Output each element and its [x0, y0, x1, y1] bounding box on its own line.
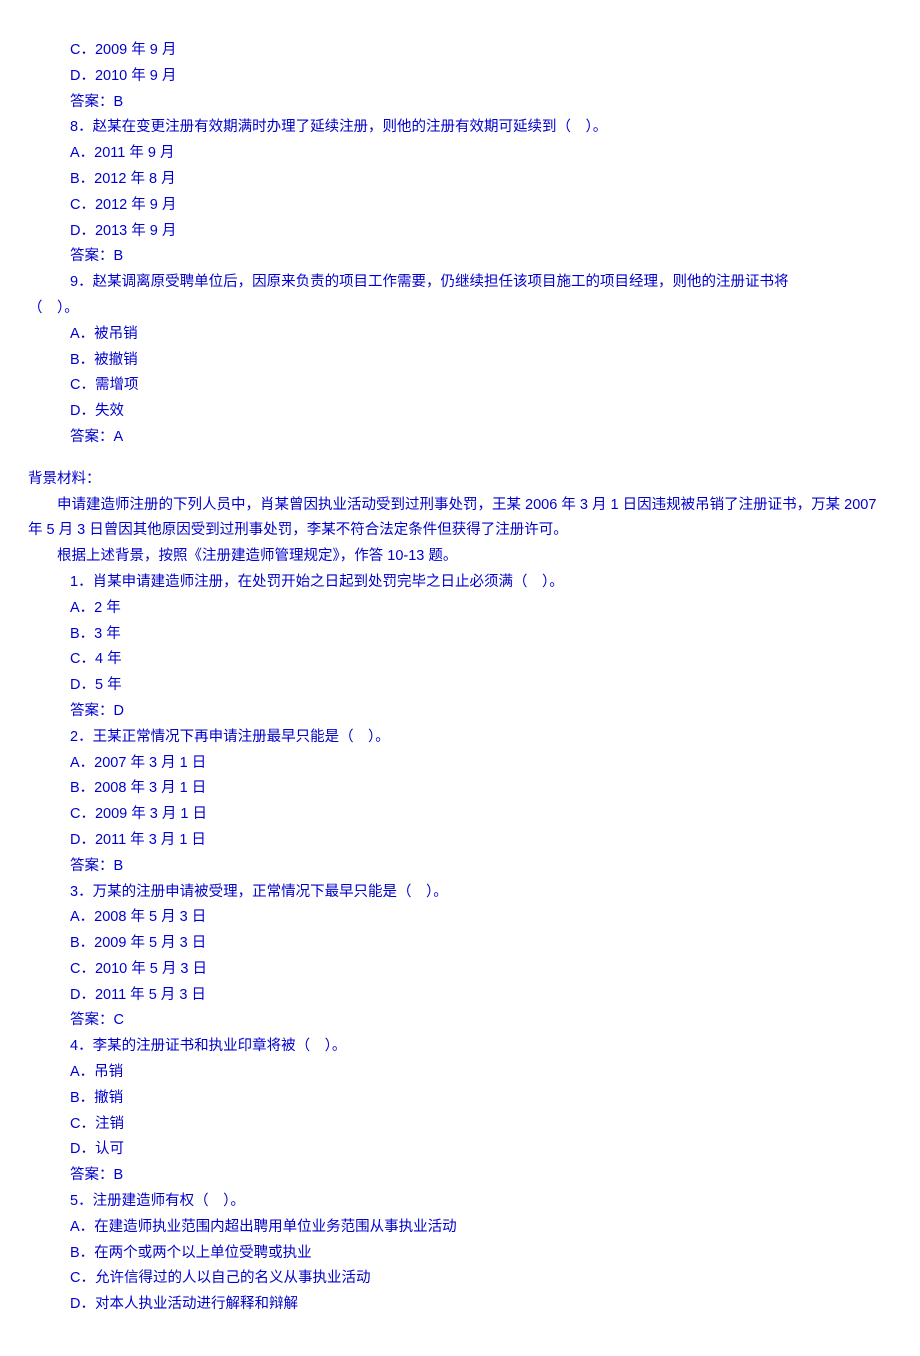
bg-num: 2006 [525, 497, 557, 513]
q5-option-c: C．允许信得过的人以自己的名义从事执业活动 [28, 1266, 892, 1292]
q3-answer: 答案：C [28, 1008, 892, 1034]
q4-answer: 答案：B [28, 1163, 892, 1189]
q5-stem: 5．注册建造师有权（ ）。 [28, 1189, 892, 1215]
q5-option-d: D．对本人执业活动进行解释和辩解 [28, 1292, 892, 1318]
q2-option-c: C．2009 年 3 月 1 日 [28, 802, 892, 828]
q9-option-b: B．被撤销 [28, 348, 892, 374]
q7-answer: 答案：B [28, 90, 892, 116]
q3-stem: 3．万某的注册申请被受理，正常情况下最早只能是（ ）。 [28, 880, 892, 906]
background-para-2: 根据上述背景，按照《注册建造师管理规定》，作答 10-13 题。 [28, 544, 892, 570]
bg-num: 1 [611, 497, 619, 513]
q2-option-b: B．2008 年 3 月 1 日 [28, 776, 892, 802]
bg-text: 日因违规被吊销了注册证书，万某 [619, 497, 845, 513]
q8-option-c: C．2012 年 9 月 [28, 193, 892, 219]
q2-option-a: A．2007 年 3 月 1 日 [28, 751, 892, 777]
q8-option-a: A．2011 年 9 月 [28, 141, 892, 167]
bg-text: 申请建造师注册的下列人员中，肖某曾因执业活动受到过刑事处罚，王某 [28, 497, 525, 513]
q9-option-c: C．需增项 [28, 373, 892, 399]
bg-text: 题。 [424, 548, 457, 564]
q3-option-b: B．2009 年 5 月 3 日 [28, 931, 892, 957]
bg-text: 年 [557, 497, 580, 513]
q8-stem: 8．赵某在变更注册有效期满时办理了延续注册，则他的注册有效期可延续到（ ）。 [28, 115, 892, 141]
bg-num: 2007 [844, 497, 876, 513]
q9-answer: 答案：A [28, 425, 892, 451]
q5-option-b: B．在两个或两个以上单位受聘或执业 [28, 1241, 892, 1267]
q9-stem-line1: 9．赵某调离原受聘单位后，因原来负责的项目工作需要，仍继续担任该项目施工的项目经… [28, 270, 892, 296]
q5-option-a: A．在建造师执业范围内超出聘用单位业务范围从事执业活动 [28, 1215, 892, 1241]
q2-answer: 答案：B [28, 854, 892, 880]
q1-option-a: A．2 年 [28, 596, 892, 622]
q8-option-d: D．2013 年 9 月 [28, 219, 892, 245]
q4-option-a: A．吊销 [28, 1060, 892, 1086]
q1-stem: 1．肖某申请建造师注册，在处罚开始之日起到处罚完毕之日止必须满（ ）。 [28, 570, 892, 596]
bg-num: 3 [580, 497, 588, 513]
q2-option-d: D．2011 年 3 月 1 日 [28, 828, 892, 854]
bg-text: 根据上述背景，按照《注册建造师管理规定》，作答 [28, 548, 387, 564]
q3-option-c: C．2010 年 5 月 3 日 [28, 957, 892, 983]
q1-option-b: B．3 年 [28, 622, 892, 648]
bg-text: 月 [55, 522, 78, 538]
q4-option-c: C．注销 [28, 1112, 892, 1138]
q8-answer: 答案：B [28, 244, 892, 270]
q9-option-d: D．失效 [28, 399, 892, 425]
background-para-1: 申请建造师注册的下列人员中，肖某曾因执业活动受到过刑事处罚，王某 2006 年 … [28, 493, 892, 545]
bg-text: 月 [588, 497, 611, 513]
bg-num: 5 [47, 522, 55, 538]
bg-num: 10-13 [387, 548, 424, 564]
q7-option-c: C．2009 年 9 月 [28, 38, 892, 64]
q7-option-d: D．2010 年 9 月 [28, 64, 892, 90]
bg-text: 日曾因其他原因受到过刑事处罚，李某不符合法定条件但获得了注册许可。 [85, 522, 568, 538]
q4-option-d: D．认可 [28, 1137, 892, 1163]
q4-option-b: B．撤销 [28, 1086, 892, 1112]
q9-option-a: A．被吊销 [28, 322, 892, 348]
q1-option-d: D．5 年 [28, 673, 892, 699]
q1-answer: 答案：D [28, 699, 892, 725]
q1-option-c: C．4 年 [28, 647, 892, 673]
q2-stem: 2．王某正常情况下再申请注册最早只能是（ ）。 [28, 725, 892, 751]
q3-option-a: A．2008 年 5 月 3 日 [28, 905, 892, 931]
background-title: 背景材料： [28, 467, 892, 493]
q9-stem-line2: （ ）。 [28, 296, 892, 322]
q3-option-d: D．2011 年 5 月 3 日 [28, 983, 892, 1009]
q8-option-b: B．2012 年 8 月 [28, 167, 892, 193]
q4-stem: 4．李某的注册证书和执业印章将被（ ）。 [28, 1034, 892, 1060]
